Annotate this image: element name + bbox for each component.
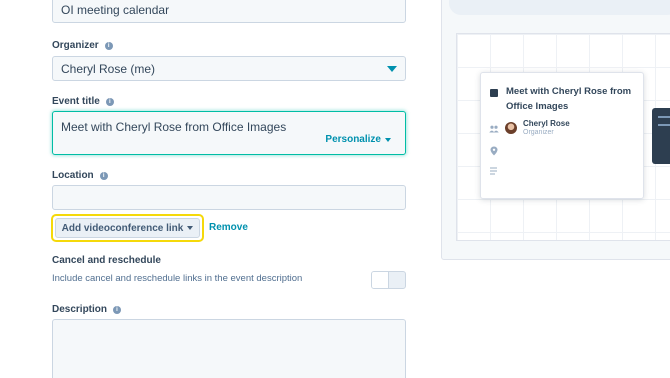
organizer-label: Organizer [52, 40, 99, 51]
add-videoconference-button-highlight[interactable]: Add videoconference link [51, 214, 204, 242]
popover-organizer-name: Cheryl Rose [523, 119, 570, 128]
event-block-line [658, 116, 670, 118]
personalize-label: Personalize [325, 134, 381, 145]
cancel-reschedule-heading: Cancel and reschedule [52, 255, 161, 266]
meeting-name-input[interactable]: OI meeting calendar [52, 0, 406, 23]
remove-link[interactable]: Remove [209, 222, 248, 233]
meeting-name-value: OI meeting calendar [61, 2, 170, 17]
location-input[interactable] [52, 185, 406, 210]
toggle-knob[interactable] [372, 272, 389, 288]
description-lines-icon [490, 167, 497, 175]
organizer-label-row: Organizer i [52, 40, 113, 51]
description-label-row: Description i [52, 304, 122, 315]
popover-organizer-role: Organizer [523, 129, 554, 136]
cancel-reschedule-toggle[interactable] [371, 271, 406, 289]
cancel-reschedule-description: Include cancel and reschedule links in t… [52, 273, 303, 284]
add-videoconference-label: Add videoconference link [61, 222, 184, 234]
event-title-label-row: Event title i [52, 96, 114, 107]
event-title-label: Event title [52, 96, 100, 107]
popover-event-title: Meet with Cheryl Rose from Office Images [506, 86, 632, 112]
info-icon[interactable]: i [113, 305, 122, 314]
location-label-row: Location i [52, 170, 108, 181]
event-title-value: Meet with Cheryl Rose from Office Images [61, 120, 287, 134]
event-preview-popover: Meet with Cheryl Rose from Office Images… [480, 72, 644, 199]
location-pin-icon [490, 146, 498, 156]
location-label: Location [52, 170, 94, 181]
calendar-event-block[interactable] [652, 108, 670, 164]
add-videoconference-button[interactable]: Add videoconference link [55, 218, 200, 238]
info-icon[interactable]: i [104, 41, 113, 50]
avatar [505, 122, 517, 134]
personalize-button[interactable]: Personalize [325, 134, 391, 145]
preview-header-bar [449, 0, 670, 15]
organizer-value: Cheryl Rose (me) [61, 61, 156, 76]
event-title-input[interactable]: Meet with Cheryl Rose from Office Images… [52, 111, 406, 155]
chevron-down-icon [187, 226, 194, 230]
info-icon[interactable]: i [99, 171, 108, 180]
event-color-square [490, 89, 498, 97]
chevron-down-icon [385, 137, 391, 142]
description-textarea[interactable] [52, 319, 406, 378]
info-icon[interactable]: i [105, 97, 114, 106]
people-icon [489, 125, 499, 133]
chevron-down-icon [387, 65, 397, 72]
description-label: Description [52, 304, 108, 315]
organizer-select[interactable]: Cheryl Rose (me) [52, 56, 406, 81]
event-block-line [658, 124, 670, 126]
